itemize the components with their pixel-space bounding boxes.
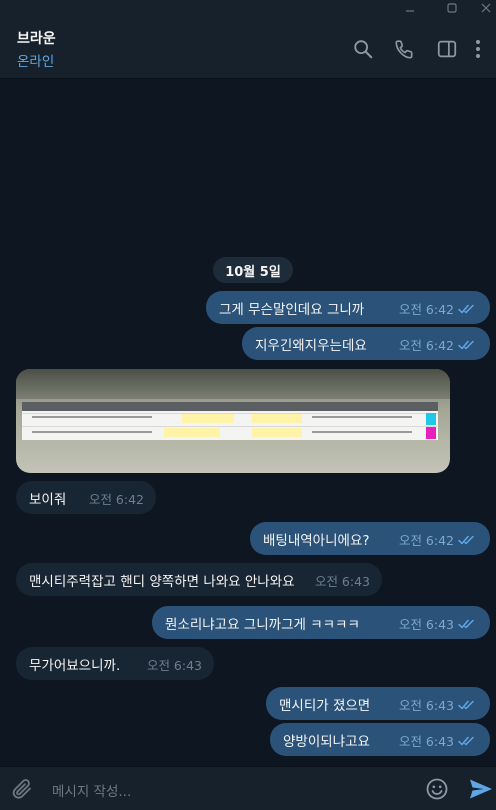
date-separator: 10월 5일 bbox=[213, 257, 293, 283]
message-input[interactable]: 메시지 작성... bbox=[52, 780, 131, 800]
message-text: 지우긴왜지우는데요 bbox=[255, 337, 367, 354]
contact-name[interactable]: 브라운 bbox=[17, 28, 56, 48]
message-outgoing[interactable]: 지우긴왜지우는데요 오전 6:42 bbox=[242, 327, 490, 360]
read-check-icon bbox=[458, 304, 476, 314]
message-list[interactable]: 10월 5일 그게 무슨말인데요 그니까 오전 6:42 지우긴왜지우는데요 오… bbox=[0, 79, 496, 765]
message-time: 오전 6:42 bbox=[398, 533, 454, 548]
close-icon[interactable] bbox=[466, 0, 496, 16]
phone-icon[interactable] bbox=[394, 38, 416, 60]
message-text: 무가어뵤으니까. bbox=[29, 657, 121, 674]
message-time: 오전 6:43 bbox=[398, 698, 454, 713]
message-incoming[interactable]: 보이줘 오전 6:42 bbox=[16, 481, 156, 514]
message-outgoing[interactable]: 맨시티가 졌으면 오전 6:43 bbox=[266, 687, 490, 720]
message-text: 그게 무슨말인데요 그니까 bbox=[219, 301, 365, 318]
message-meta: 오전 6:43 bbox=[399, 731, 476, 750]
message-text: 맨시티주력잡고 핸디 양쪽하면 나와요 안나와요 bbox=[29, 573, 295, 590]
message-meta: 오전 6:43 bbox=[147, 655, 202, 674]
message-time: 오전 6:42 bbox=[398, 338, 454, 353]
message-incoming[interactable]: 맨시티주력잡고 핸디 양쪽하면 나와요 안나와요 오전 6:43 bbox=[16, 563, 382, 596]
contact-status: 온라인 bbox=[17, 54, 55, 70]
message-text: 보이줘 bbox=[29, 491, 67, 508]
chat-header: 브라운 온라인 bbox=[0, 16, 496, 79]
message-meta: 오전 6:42 bbox=[399, 530, 476, 549]
message-incoming[interactable]: 무가어뵤으니까. 오전 6:43 bbox=[16, 647, 214, 680]
emoji-icon[interactable] bbox=[425, 777, 449, 801]
minimize-icon[interactable] bbox=[390, 0, 430, 16]
window-titlebar bbox=[0, 0, 496, 16]
message-meta: 오전 6:42 bbox=[399, 335, 476, 354]
message-meta: 오전 6:42 bbox=[89, 489, 144, 508]
message-meta: 오전 6:43 bbox=[399, 614, 476, 633]
screenshot-image-top bbox=[16, 369, 450, 399]
read-check-icon bbox=[458, 535, 476, 545]
image-message[interactable] bbox=[16, 369, 450, 473]
message-time: 오전 6:43 bbox=[314, 574, 370, 589]
message-text: 양방이되냐고요 bbox=[283, 733, 370, 750]
message-text: 배팅내역아니에요? bbox=[263, 532, 370, 549]
message-time: 오전 6:43 bbox=[146, 658, 202, 673]
message-time: 오전 6:42 bbox=[88, 492, 144, 507]
message-outgoing[interactable]: 그게 무슨말인데요 그니까 오전 6:42 bbox=[206, 291, 490, 324]
message-outgoing[interactable]: 배팅내역아니에요? 오전 6:42 bbox=[250, 522, 490, 555]
message-composer: 메시지 작성... bbox=[0, 766, 496, 810]
message-meta: 오전 6:42 bbox=[399, 299, 476, 318]
message-outgoing[interactable]: 양방이되냐고요 오전 6:43 bbox=[270, 723, 490, 756]
screenshot-image bbox=[22, 402, 438, 440]
message-text: 맨시티가 졌으면 bbox=[279, 697, 371, 714]
search-icon[interactable] bbox=[352, 38, 374, 60]
message-text: 뭔소리냐고요 그니까그게 ㅋㅋㅋㅋ bbox=[165, 616, 360, 633]
message-time: 오전 6:43 bbox=[398, 734, 454, 749]
send-icon[interactable] bbox=[468, 777, 494, 801]
message-time: 오전 6:43 bbox=[398, 617, 454, 632]
message-meta: 오전 6:43 bbox=[315, 571, 370, 590]
attach-icon[interactable] bbox=[10, 777, 34, 801]
message-outgoing[interactable]: 뭔소리냐고요 그니까그게 ㅋㅋㅋㅋ 오전 6:43 bbox=[152, 606, 490, 639]
read-check-icon bbox=[458, 700, 476, 710]
message-meta: 오전 6:43 bbox=[399, 695, 476, 714]
read-check-icon bbox=[458, 340, 476, 350]
message-time: 오전 6:42 bbox=[398, 302, 454, 317]
more-menu-icon[interactable] bbox=[470, 38, 486, 60]
sidebar-toggle-icon[interactable] bbox=[436, 38, 458, 60]
read-check-icon bbox=[458, 736, 476, 746]
read-check-icon bbox=[458, 619, 476, 629]
